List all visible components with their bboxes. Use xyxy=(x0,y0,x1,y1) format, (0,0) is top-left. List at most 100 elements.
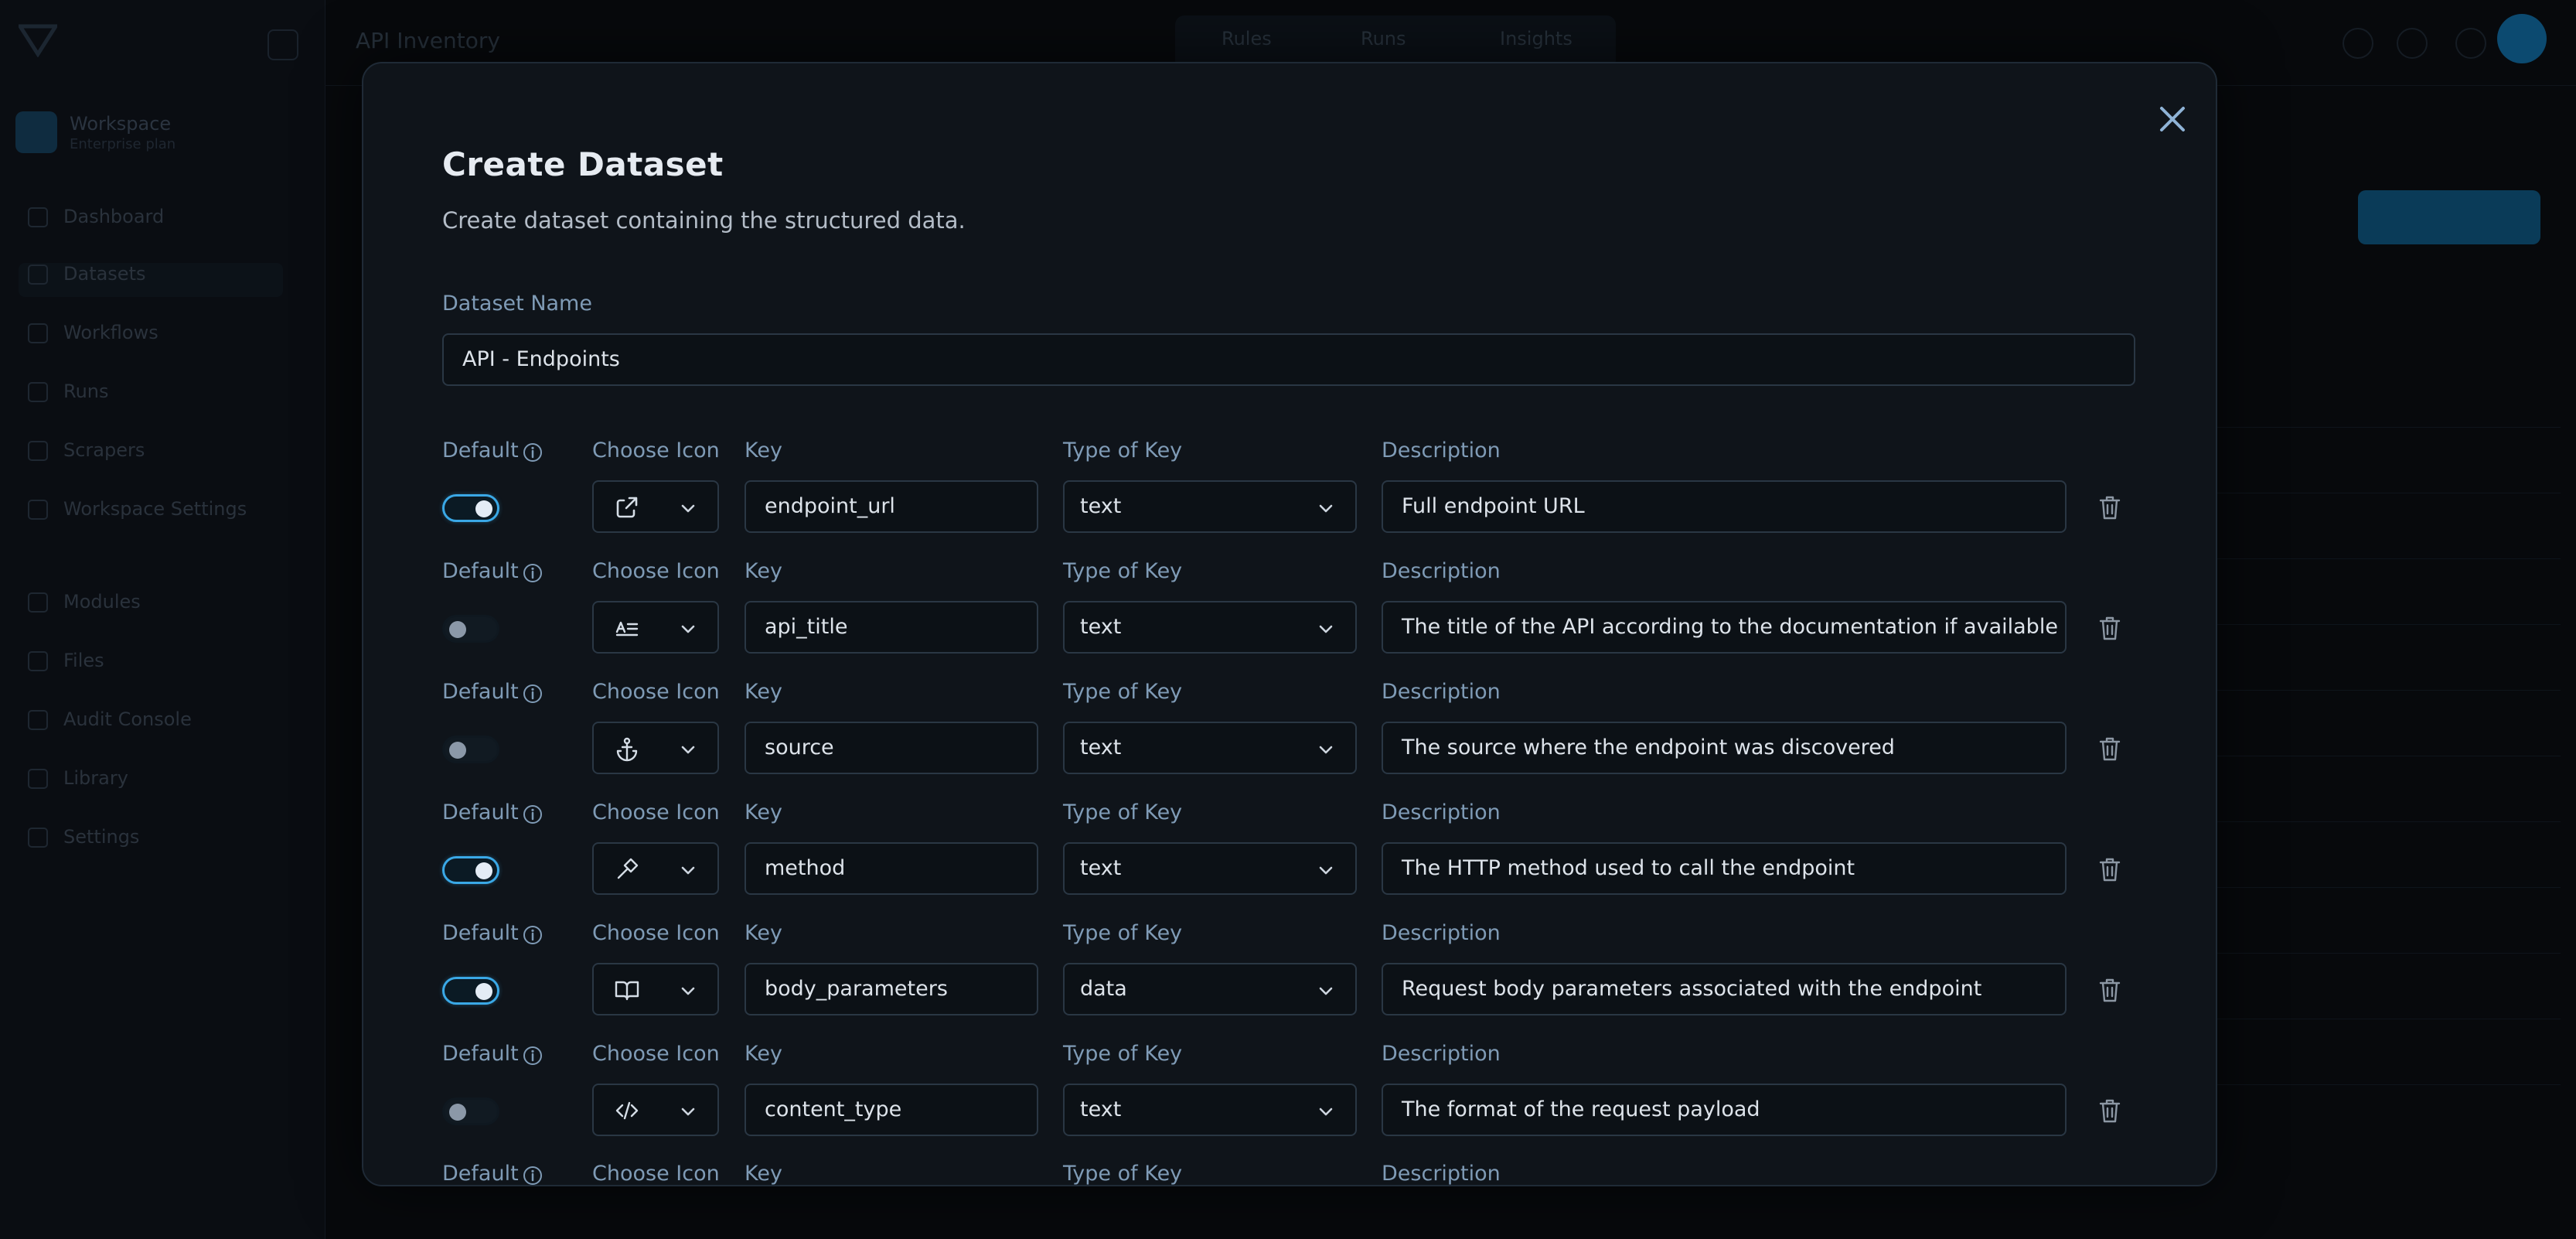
trash-icon[interactable] xyxy=(2097,494,2122,521)
default-toggle[interactable] xyxy=(442,856,499,884)
key-input[interactable]: source xyxy=(745,722,1038,774)
description-input[interactable]: Request body parameters associated with … xyxy=(1382,963,2067,1015)
sidebar-item-files[interactable]: Files xyxy=(28,650,283,684)
sidebar-item-workflows[interactable]: Workflows xyxy=(28,322,283,356)
type-of-key-value: data xyxy=(1080,977,1127,1001)
key-label: Key xyxy=(745,680,782,704)
sidebar-item-dashboard[interactable]: Dashboard xyxy=(28,206,283,240)
sidebar-item-settings[interactable]: Settings xyxy=(28,826,283,860)
type-of-key-select[interactable]: text xyxy=(1063,1084,1357,1136)
description-label: Description xyxy=(1382,680,1501,704)
default-label: Default xyxy=(442,439,519,462)
type-of-key-label: Type of Key xyxy=(1063,921,1183,945)
book-open-icon xyxy=(615,981,639,1001)
info-icon[interactable] xyxy=(522,442,543,463)
field-row-partial: Default Choose Icon Key Type of Key Desc… xyxy=(363,1162,2216,1186)
logo-icon xyxy=(19,24,57,57)
default-toggle[interactable] xyxy=(442,1097,499,1125)
key-input[interactable]: content_type xyxy=(745,1084,1038,1136)
info-icon[interactable] xyxy=(522,804,543,825)
app-title: API Inventory xyxy=(356,28,500,53)
dialog-title: Create Dataset xyxy=(442,145,724,183)
key-input[interactable]: api_title xyxy=(745,601,1038,654)
toggle-knob xyxy=(449,621,466,638)
trash-icon[interactable] xyxy=(2097,1097,2122,1124)
description-input[interactable]: The format of the request payload xyxy=(1382,1084,2067,1136)
sidebar-item-audit-console[interactable]: Audit Console xyxy=(28,708,283,742)
icon-select[interactable] xyxy=(592,722,719,774)
info-icon[interactable] xyxy=(522,1045,543,1067)
icon-select[interactable] xyxy=(592,1084,719,1136)
sidebar: Workspace Enterprise plan Dashboard Data… xyxy=(0,0,325,1239)
sidebar-item-modules[interactable]: Modules xyxy=(28,591,283,625)
icon-select[interactable] xyxy=(592,842,719,895)
type-of-key-select[interactable]: data xyxy=(1063,963,1357,1015)
sidebar-item-library[interactable]: Library xyxy=(28,767,283,801)
close-icon[interactable] xyxy=(2149,96,2196,142)
default-toggle[interactable] xyxy=(442,736,499,763)
key-label: Key xyxy=(745,439,782,462)
tab-runs[interactable]: Runs xyxy=(1361,28,1406,49)
description-label: Description xyxy=(1382,439,1501,462)
help-icon[interactable] xyxy=(2397,28,2428,59)
key-label: Key xyxy=(745,1042,782,1066)
sidebar-collapse-button[interactable] xyxy=(267,29,298,60)
type-of-key-select[interactable]: text xyxy=(1063,722,1357,774)
type-of-key-value: text xyxy=(1080,736,1122,759)
default-toggle[interactable] xyxy=(442,615,499,643)
description-input[interactable]: Full endpoint URL xyxy=(1382,480,2067,533)
toggle-knob xyxy=(449,1104,466,1121)
sidebar-item-scrapers[interactable]: Scrapers xyxy=(28,439,283,473)
default-label: Default xyxy=(442,680,519,704)
trash-icon[interactable] xyxy=(2097,856,2122,882)
type-of-key-select[interactable]: text xyxy=(1063,601,1357,654)
search-icon[interactable] xyxy=(2343,28,2373,59)
info-icon[interactable] xyxy=(522,924,543,946)
type-of-key-select[interactable]: text xyxy=(1063,480,1357,533)
trash-icon[interactable] xyxy=(2097,736,2122,762)
dataset-name-label: Dataset Name xyxy=(442,292,592,316)
dataset-name-input[interactable]: API - Endpoints xyxy=(442,333,2135,386)
default-toggle[interactable] xyxy=(442,494,499,522)
field-row: Default Choose Icon Key Type of Key Descript… xyxy=(363,921,2216,1042)
workspace-name: Workspace xyxy=(70,113,172,135)
tab-rules[interactable]: Rules xyxy=(1222,28,1272,49)
key-input[interactable]: body_parameters xyxy=(745,963,1038,1015)
info-icon[interactable] xyxy=(522,683,543,705)
chevron-down-icon xyxy=(681,504,695,513)
choose-icon-label: Choose Icon xyxy=(592,1042,720,1066)
description-input[interactable]: The source where the endpoint was discov… xyxy=(1382,722,2067,774)
key-input[interactable]: endpoint_url xyxy=(745,480,1038,533)
tab-insights[interactable]: Insights xyxy=(1500,28,1573,49)
external-link-icon xyxy=(616,497,638,518)
icon-select[interactable] xyxy=(592,601,719,654)
toggle-knob xyxy=(475,862,492,879)
anchor-icon xyxy=(616,737,638,762)
key-input[interactable]: method xyxy=(745,842,1038,895)
chevron-down-icon xyxy=(1319,987,1333,995)
sidebar-item-workspace-settings[interactable]: Workspace Settings xyxy=(28,498,283,532)
notification-icon[interactable] xyxy=(2455,28,2486,59)
description-input[interactable]: The HTTP method used to call the endpoin… xyxy=(1382,842,2067,895)
upload-button[interactable] xyxy=(2358,190,2540,244)
info-icon[interactable] xyxy=(522,562,543,584)
default-toggle[interactable] xyxy=(442,977,499,1005)
info-icon[interactable] xyxy=(522,1165,543,1186)
field-row: Default Choose Icon Key Type of Key Descript… xyxy=(363,559,2216,680)
workspace-switcher[interactable]: Workspace Enterprise plan xyxy=(15,108,286,158)
description-label: Description xyxy=(1382,800,1501,824)
user-avatar[interactable] xyxy=(2497,14,2547,63)
type-of-key-select[interactable]: text xyxy=(1063,842,1357,895)
trash-icon[interactable] xyxy=(2097,615,2122,641)
type-of-key-label: Type of Key xyxy=(1063,680,1183,704)
trash-icon[interactable] xyxy=(2097,977,2122,1003)
type-of-key-label: Type of Key xyxy=(1063,439,1183,462)
icon-select[interactable] xyxy=(592,480,719,533)
sidebar-item-runs[interactable]: Runs xyxy=(28,381,283,415)
description-input[interactable]: The title of the API according to the do… xyxy=(1382,601,2067,654)
description-label: Description xyxy=(1382,559,1501,583)
type-of-key-value: text xyxy=(1080,615,1122,639)
icon-select[interactable] xyxy=(592,963,719,1015)
sidebar-item-datasets[interactable]: Datasets xyxy=(19,263,283,297)
choose-icon-label: Choose Icon xyxy=(592,800,720,824)
